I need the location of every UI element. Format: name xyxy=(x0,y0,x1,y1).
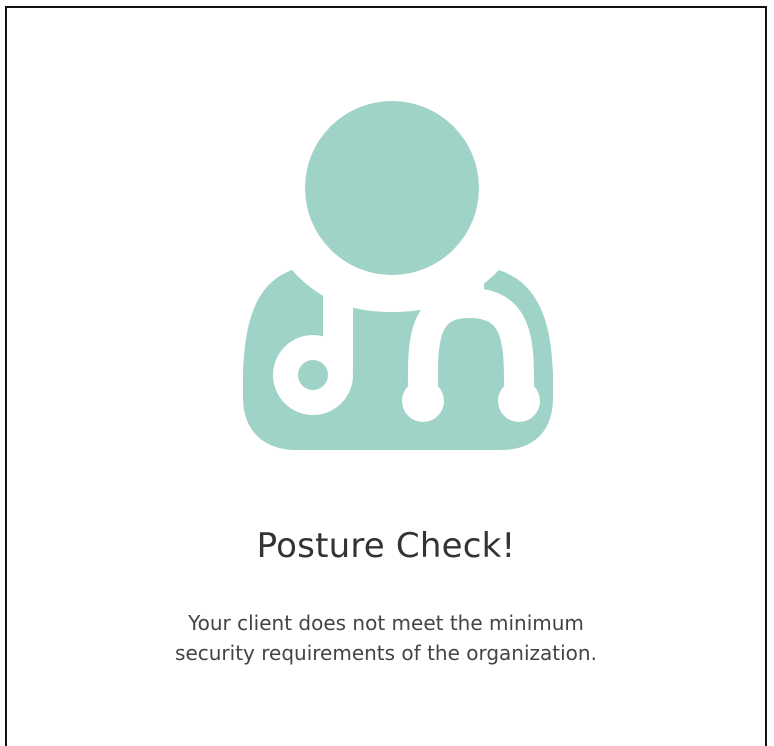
page-title: Posture Check! xyxy=(256,526,516,566)
message-line-2: security requirements of the organizatio… xyxy=(175,641,597,665)
message-line-1: Your client does not meet the minimum xyxy=(188,611,584,635)
doctor-stethoscope-icon xyxy=(237,98,563,454)
posture-message: Your client does not meet the minimum se… xyxy=(7,608,765,668)
posture-check-panel: Posture Check! Your client does not meet… xyxy=(5,6,767,746)
